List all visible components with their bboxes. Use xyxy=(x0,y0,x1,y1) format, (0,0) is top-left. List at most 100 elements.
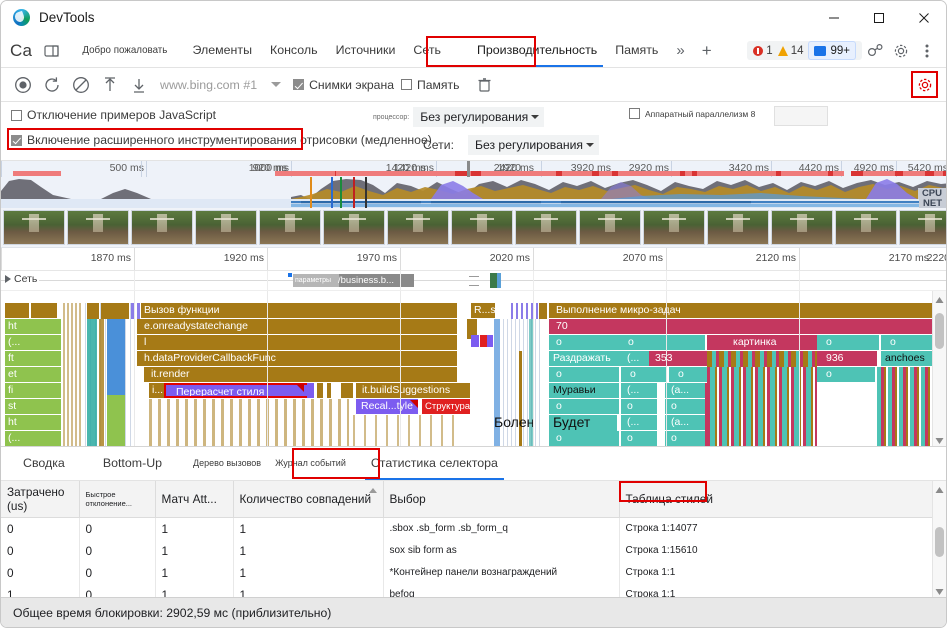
flame-block-o[interactable]: o xyxy=(621,431,657,446)
flame-block-o[interactable]: o xyxy=(549,367,619,382)
filmstrip-frame[interactable] xyxy=(643,210,705,245)
flame-block-image[interactable]: картинка xyxy=(707,335,817,350)
disable-js-samples-checkbox[interactable]: Отключение примеров JavaScript xyxy=(11,108,216,122)
flame-block-l[interactable]: l xyxy=(137,335,457,350)
upload-profile-icon[interactable] xyxy=(96,71,123,98)
flame-block-onreadystatechange[interactable]: e.onreadystatechange xyxy=(137,319,457,334)
trash-icon[interactable] xyxy=(471,71,498,98)
scroll-down-arrow-icon[interactable] xyxy=(935,434,944,444)
btab-summary[interactable]: Сводка xyxy=(11,447,77,480)
flame-block-irritate[interactable]: Раздражать xyxy=(549,351,627,366)
more-tabs-icon[interactable]: » xyxy=(667,42,693,59)
flame-block-a-paren[interactable]: (a... xyxy=(665,415,705,430)
chevron-down-icon[interactable] xyxy=(271,82,282,87)
flame-block-o[interactable]: o xyxy=(619,335,705,350)
filmstrip-frame[interactable] xyxy=(579,210,641,245)
filmstrip-frame[interactable] xyxy=(899,210,946,245)
flame-left-row[interactable] xyxy=(5,303,29,318)
tab-welcome[interactable]: Добро пожаловать xyxy=(74,34,176,67)
download-profile-icon[interactable] xyxy=(125,71,152,98)
table-row[interactable]: 0 0 1 1 .sbox .sb_form .sb_form_q Строка… xyxy=(1,517,938,540)
flame-left-row[interactable]: ft xyxy=(5,351,61,366)
tab-memory[interactable]: Память xyxy=(606,34,667,67)
hardware-concurrency-input[interactable] xyxy=(774,106,828,126)
network-expand-toggle[interactable]: Сеть xyxy=(5,273,40,285)
close-button[interactable] xyxy=(901,1,946,34)
flame-block-microtasks[interactable]: Выполнение микро-задач xyxy=(549,303,937,318)
flame-block-it-render[interactable]: it.render xyxy=(144,367,457,382)
scroll-up-arrow-icon[interactable] xyxy=(935,294,944,303)
filmstrip-frame[interactable] xyxy=(259,210,321,245)
screenshots-checkbox[interactable]: Снимки экрана xyxy=(293,78,394,92)
capture-settings-gear-icon[interactable] xyxy=(911,71,938,98)
flame-block-353[interactable]: 353 xyxy=(649,351,707,366)
flame-block-ants[interactable]: Муравьи xyxy=(549,383,619,398)
btab-bottom-up[interactable]: Bottom-Up xyxy=(91,447,174,480)
warning-counter[interactable]: 14 xyxy=(777,45,803,57)
flame-left-row[interactable]: fi xyxy=(5,383,61,398)
flame-block-70[interactable]: 70 xyxy=(549,319,937,334)
cpu-throttling-control[interactable]: процессор: Без регулирования xyxy=(373,107,545,127)
scroll-up-arrow-icon[interactable] xyxy=(935,484,944,493)
flame-scrollbar[interactable] xyxy=(932,291,946,446)
flame-left-row[interactable] xyxy=(31,303,57,318)
flame-block-sick[interactable]: Болен xyxy=(491,415,547,431)
add-panel-button[interactable]: + xyxy=(694,41,720,61)
flame-left-row[interactable]: st xyxy=(5,399,61,414)
network-request-bar[interactable]: параметры /business.b... xyxy=(293,274,414,287)
flame-block-o[interactable]: o xyxy=(817,335,879,350)
col-match-attempts[interactable]: Матч Att... xyxy=(155,481,234,518)
flame-block-o[interactable]: o xyxy=(549,399,619,414)
filmstrip-frame[interactable] xyxy=(451,210,513,245)
tab-sources[interactable]: Источники xyxy=(327,34,405,67)
col-stylesheet[interactable]: Таблица стилей xyxy=(619,481,938,518)
flame-scrollbar-thumb[interactable] xyxy=(935,313,944,349)
flame-block-o[interactable]: o xyxy=(817,367,875,382)
flame-left-row[interactable]: (... xyxy=(5,431,61,446)
col-fast-reject[interactable]: Быстрое отклонение... xyxy=(79,481,156,518)
filmstrip-frame[interactable] xyxy=(131,210,193,245)
detail-timeline-ruler[interactable]: 1870 ms 1920 ms 1970 ms 2020 ms 2070 ms … xyxy=(1,248,946,271)
btab-selector-stats[interactable]: Статистика селектора xyxy=(359,447,510,480)
scroll-down-arrow-icon[interactable] xyxy=(935,585,944,595)
tab-elements[interactable]: Элементы xyxy=(184,34,261,67)
filmstrip-frame[interactable] xyxy=(515,210,577,245)
flame-block-o[interactable]: o xyxy=(549,335,627,350)
filmstrip[interactable] xyxy=(1,208,946,248)
filmstrip-frame[interactable] xyxy=(387,210,449,245)
flame-block-recalc-style-short[interactable]: Recal...tyle xyxy=(356,399,418,414)
table-row[interactable]: 0 0 1 1 sox sib form as Строка 1:15610 xyxy=(1,539,938,562)
network-throttling-control[interactable]: Сети: Без регулирования xyxy=(423,135,599,155)
network-throttling-select[interactable]: Без регулирования xyxy=(467,135,599,155)
record-icon[interactable] xyxy=(9,71,36,98)
network-request-block[interactable] xyxy=(497,273,501,288)
flame-block-o[interactable]: o xyxy=(665,431,705,446)
flame-block-paren[interactable]: (... xyxy=(621,351,651,366)
table-row[interactable]: 0 0 1 1 *Контейнер панели вознаграждений… xyxy=(1,561,938,584)
flame-chart[interactable]: ht (... ft et fi st ht (... ft Вызов фун… xyxy=(1,291,946,447)
flame-block-buildsuggestions[interactable]: it.buildSuggestions xyxy=(356,383,470,398)
filmstrip-frame[interactable] xyxy=(3,210,65,245)
cpu-throttling-select[interactable]: Без регулирования xyxy=(413,107,545,127)
error-counter[interactable]: 1 xyxy=(753,45,773,57)
flame-block-will-be[interactable]: Будет xyxy=(549,415,617,431)
table-row[interactable]: 1 0 1 1 befog Строка 1:1 xyxy=(1,583,938,597)
more-options-icon[interactable] xyxy=(914,38,940,64)
issue-counters[interactable]: 1 14 99+ xyxy=(747,41,862,60)
flame-block-r-short[interactable]: R...s xyxy=(471,303,495,318)
table-scrollbar[interactable] xyxy=(932,481,946,597)
network-request-block[interactable] xyxy=(490,273,497,288)
filmstrip-frame[interactable] xyxy=(323,210,385,245)
col-elapsed[interactable]: Затрачено (us) xyxy=(1,481,80,518)
reload-record-icon[interactable] xyxy=(38,71,65,98)
tab-performance[interactable]: Производительность xyxy=(468,34,606,67)
network-track-row[interactable]: Сеть параметры /business.b... xyxy=(1,271,946,291)
overview-window-left-edge[interactable] xyxy=(467,161,470,177)
btab-call-tree[interactable]: Дерево вызовов xyxy=(186,447,268,480)
dock-side-icon[interactable] xyxy=(42,41,62,61)
filmstrip-frame[interactable] xyxy=(195,210,257,245)
flame-block-o[interactable]: o xyxy=(621,399,657,414)
flame-block-anchoes[interactable]: anchoes xyxy=(881,351,937,366)
filmstrip-frame[interactable] xyxy=(707,210,769,245)
advanced-paint-checkbox[interactable]: Включение расширенного инструментировани… xyxy=(11,133,432,147)
